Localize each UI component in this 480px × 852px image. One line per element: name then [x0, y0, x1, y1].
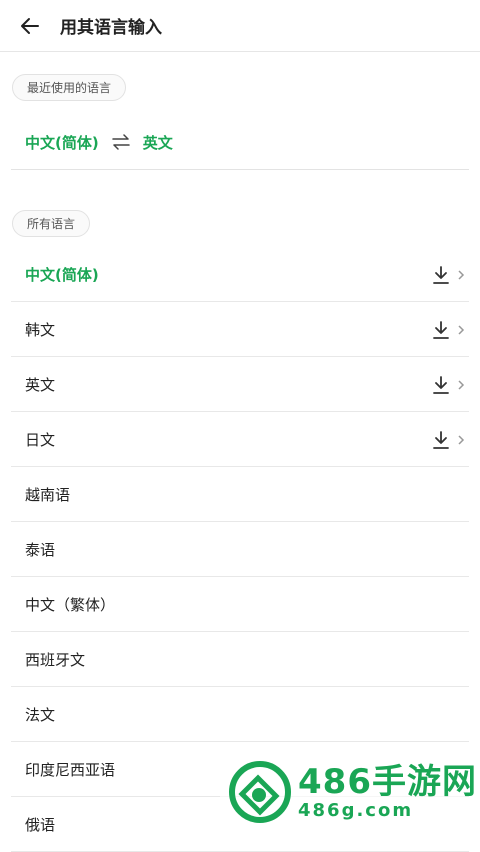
language-label: 中文（繁体）: [25, 595, 116, 614]
chevron-right-icon: [458, 434, 465, 445]
language-label: 泰语: [25, 540, 56, 559]
brand-logo-icon: [229, 761, 291, 823]
chevron-right-icon: [458, 379, 465, 390]
recent-language-pair[interactable]: 中文(简体) 英文: [11, 115, 469, 170]
language-row[interactable]: 中文(简体): [11, 247, 469, 302]
page-title: 用其语言输入: [60, 18, 162, 38]
language-row[interactable]: 英文: [11, 357, 469, 412]
language-label: 日文: [25, 430, 56, 449]
swap-arrows-icon: [111, 134, 130, 150]
language-label: 法文: [25, 705, 56, 724]
language-label: 俄语: [25, 815, 56, 834]
language-label: 韩文: [25, 320, 56, 339]
download-action[interactable]: [431, 302, 465, 357]
language-label: 印度尼西亚语: [25, 760, 116, 779]
all-languages-chip: 所有语言: [12, 210, 91, 237]
top-bar: 用其语言输入: [0, 0, 480, 52]
language-label: 西班牙文: [25, 650, 86, 669]
download-icon: [433, 375, 449, 394]
language-label: 越南语: [25, 485, 71, 504]
recent-languages-chip: 最近使用的语言: [12, 74, 127, 101]
language-label: 英文: [25, 375, 56, 394]
language-row[interactable]: 日文: [11, 412, 469, 467]
download-icon: [433, 265, 449, 284]
download-action[interactable]: [431, 412, 465, 467]
download-icon: [433, 320, 449, 339]
back-button[interactable]: [0, 0, 60, 52]
chevron-right-icon: [458, 324, 465, 335]
watermark-text: 486手游网 486g.com: [298, 763, 477, 821]
language-row[interactable]: 泰语: [11, 522, 469, 577]
recent-source-language[interactable]: 中文(简体): [25, 132, 99, 153]
language-row[interactable]: 中文（繁体）: [11, 577, 469, 632]
download-action[interactable]: [431, 357, 465, 412]
language-label: 中文(简体): [25, 265, 99, 284]
language-row[interactable]: 韩文: [11, 302, 469, 357]
language-row[interactable]: 法文: [11, 687, 469, 742]
download-action[interactable]: [431, 247, 465, 302]
watermark-brand: 486手游网: [298, 762, 477, 802]
arrow-left-icon: [21, 17, 39, 34]
recent-target-language[interactable]: 英文: [143, 132, 173, 153]
language-row[interactable]: 越南语: [11, 467, 469, 522]
download-icon: [433, 430, 449, 449]
watermark-domain: 486g.com: [298, 800, 414, 821]
swap-button[interactable]: [111, 134, 131, 150]
language-row[interactable]: 西班牙文: [11, 632, 469, 687]
watermark: 486手游网 486g.com: [220, 752, 480, 832]
chevron-right-icon: [458, 269, 465, 280]
